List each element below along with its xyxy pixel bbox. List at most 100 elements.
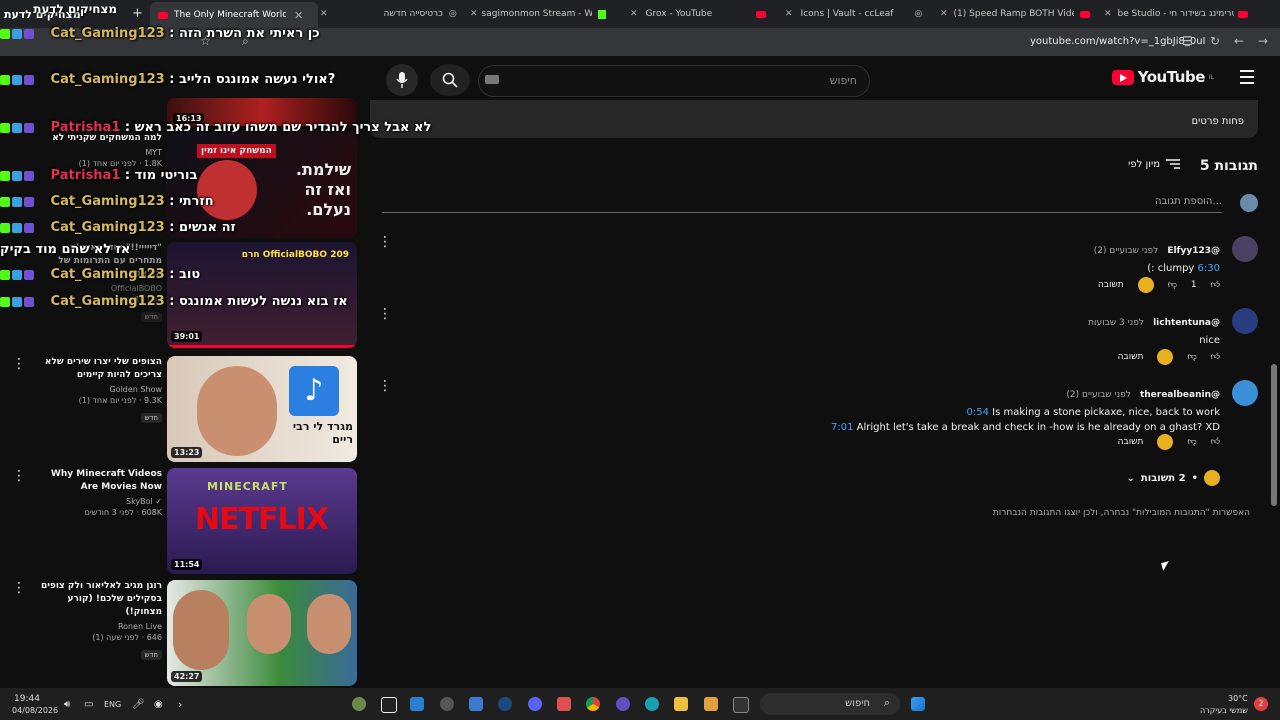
- video-thumbnail[interactable]: ♪ מגרד לי רבי ריים 13:23: [167, 356, 357, 462]
- comment-line: 0:54 Is making a stone pickaxe, nice, ba…: [831, 407, 1220, 418]
- chat-badges-icon: [0, 222, 46, 234]
- taskbar-search[interactable]: חיפוש ⌕: [760, 693, 900, 715]
- video-thumbnail[interactable]: 42:27: [167, 580, 357, 686]
- comment-body: nice: [1199, 335, 1220, 346]
- thumb-caption: 209 OfficialBOBO חרם: [241, 250, 349, 260]
- close-tab-icon[interactable]: ✕: [470, 9, 478, 19]
- app-icon[interactable]: [440, 697, 454, 711]
- back-icon[interactable]: →: [1258, 34, 1268, 48]
- channel-name: Golden Show: [109, 385, 162, 394]
- close-tab-icon[interactable]: ✕: [785, 9, 793, 19]
- tab-new[interactable]: ✕ כרטיסייה חדשה ◎: [320, 4, 460, 24]
- reload-icon[interactable]: ↻: [1210, 34, 1220, 48]
- reply-button[interactable]: תשובה: [1118, 352, 1144, 362]
- comment-author[interactable]: @Elfyy123: [1167, 246, 1220, 256]
- close-tab-icon[interactable]: ✕: [294, 9, 303, 22]
- close-tab-icon[interactable]: ✕: [320, 9, 328, 19]
- dislike-icon[interactable]: 👎︎: [1187, 437, 1196, 447]
- like-icon[interactable]: 👍︎: [1211, 352, 1220, 362]
- more-options-icon[interactable]: ⋮: [378, 234, 392, 250]
- tab-sagimonmon[interactable]: ✕ sagimonmon Stream - Watch Liv: [470, 4, 620, 24]
- weather-temp[interactable]: 30°C: [1228, 694, 1248, 703]
- app-icon[interactable]: [557, 697, 571, 711]
- youtube-logo[interactable]: YouTube IL: [1111, 68, 1214, 86]
- network-icon[interactable]: ▭: [84, 699, 93, 710]
- more-options-icon[interactable]: ⋮: [12, 356, 26, 372]
- close-tab-icon[interactable]: ✕: [940, 9, 948, 19]
- volume-icon[interactable]: 🔊︎: [64, 699, 70, 710]
- comment-time[interactable]: לפני שבועיים (2): [1094, 246, 1159, 256]
- clock-date[interactable]: 04/08/2026: [12, 706, 58, 715]
- reply-button[interactable]: תשובה: [1098, 280, 1124, 290]
- avatar[interactable]: [1232, 236, 1258, 262]
- app-icon[interactable]: [410, 697, 424, 711]
- close-tab-icon[interactable]: ✕: [630, 9, 638, 19]
- keyboard-icon[interactable]: [485, 75, 499, 84]
- timestamp-link[interactable]: 6:30: [1198, 263, 1220, 274]
- site-settings-icon[interactable]: ☰: [1182, 34, 1193, 48]
- comment-time[interactable]: לפני 3 שבועות: [1088, 318, 1144, 328]
- dislike-icon[interactable]: 👎︎: [1168, 280, 1177, 290]
- avatar[interactable]: [1232, 308, 1258, 334]
- tab-studio[interactable]: ✕ be Studio - סטרימינג בשידור חי: [1104, 4, 1254, 24]
- folder-icon[interactable]: [674, 697, 688, 711]
- comment-author[interactable]: @therealbeanin: [1140, 390, 1220, 400]
- tab-grox[interactable]: ✕ Grox - YouTube: [630, 4, 780, 24]
- tab-label: The Only Minecraft World I'm A: [174, 10, 286, 20]
- like-icon[interactable]: 👍︎: [1211, 280, 1220, 290]
- video-thumbnail[interactable]: MINECRAFT NETFLIX 11:54: [167, 468, 357, 574]
- page-scrollbar[interactable]: [1271, 364, 1277, 506]
- edge-icon[interactable]: [645, 697, 659, 711]
- windows-start-icon[interactable]: [911, 697, 925, 711]
- add-comment-input[interactable]: הוספת תגובה...: [1155, 196, 1222, 207]
- like-icon[interactable]: 👍︎: [1211, 437, 1220, 447]
- app-icon[interactable]: [381, 697, 397, 713]
- more-options-icon[interactable]: ⋮: [12, 468, 26, 484]
- notification-badge[interactable]: 2: [1254, 697, 1268, 711]
- voice-search-button[interactable]: [386, 64, 418, 96]
- app-icon[interactable]: [733, 697, 749, 713]
- tab-icons[interactable]: ✕ Icons | Vault - ccLeaf ◎: [785, 4, 935, 24]
- video-info[interactable]: Why Minecraft Videos Are Movies Now SkyB…: [40, 468, 162, 517]
- app-icon[interactable]: [616, 697, 630, 711]
- video-info[interactable]: רונן מגיב לאליאור ולק צופים בסקילים שלכם…: [40, 580, 162, 661]
- tab-speed-ramp[interactable]: ✕ (1) Speed Ramp BOTH Video &: [940, 4, 1100, 24]
- language-indicator[interactable]: ENG: [104, 700, 121, 709]
- sort-button[interactable]: מיון לפי: [1128, 158, 1180, 170]
- avatar[interactable]: [1232, 380, 1258, 406]
- youtube-icon: [755, 10, 766, 18]
- tab-label: be Studio - סטרימינג בשידור חי: [1117, 9, 1234, 19]
- show-replies-button[interactable]: • 2 תשובות ⌄: [1127, 470, 1220, 486]
- chat-overlay: Cat_Gaming123 : כן ראיתי את השרת הזה Cat…: [0, 24, 431, 344]
- steam-icon[interactable]: [498, 697, 512, 711]
- chrome-icon[interactable]: [586, 697, 600, 711]
- description-box[interactable]: פחות פרטים: [370, 100, 1258, 138]
- reply-button[interactable]: תשובה: [1118, 437, 1144, 447]
- dislike-icon[interactable]: 👎︎: [1187, 352, 1196, 362]
- app-icon[interactable]: [704, 697, 718, 711]
- url-field[interactable]: youtube.com/watch?v=_1gbJi8_0uI: [1030, 36, 1206, 47]
- location-icon[interactable]: ◉: [154, 699, 163, 710]
- more-options-icon[interactable]: ⋮: [12, 580, 26, 596]
- comment-time[interactable]: לפני שבועיים (2): [1066, 390, 1131, 400]
- more-options-icon[interactable]: ⋮: [378, 378, 392, 394]
- more-options-icon[interactable]: ⋮: [378, 306, 392, 322]
- forward-icon[interactable]: ←: [1234, 34, 1244, 48]
- show-less-button[interactable]: פחות פרטים: [1192, 116, 1245, 127]
- comment-author[interactable]: @lichtentuna: [1153, 318, 1220, 328]
- search-input[interactable]: חיפוש: [478, 65, 870, 97]
- menu-icon[interactable]: [1240, 70, 1254, 88]
- timestamp-link[interactable]: 0:54: [967, 407, 989, 418]
- close-tab-icon[interactable]: ✕: [1104, 9, 1112, 19]
- mic-icon[interactable]: 🎤︎: [132, 699, 145, 710]
- discord-icon[interactable]: [528, 697, 542, 711]
- search-button[interactable]: [430, 64, 470, 96]
- app-icon[interactable]: [469, 697, 483, 711]
- video-info[interactable]: הצופים שלי יצרו שירים שלא צריכים להיות ק…: [40, 356, 162, 424]
- tray-expand-icon[interactable]: ›: [178, 698, 182, 711]
- app-icon[interactable]: [352, 697, 366, 711]
- weather-desc[interactable]: שמשי בעיקרה: [1200, 706, 1248, 715]
- timestamp-link[interactable]: 7:01: [831, 422, 853, 433]
- new-tab-button[interactable]: +: [132, 6, 143, 21]
- clock-time[interactable]: 19:44: [14, 694, 40, 704]
